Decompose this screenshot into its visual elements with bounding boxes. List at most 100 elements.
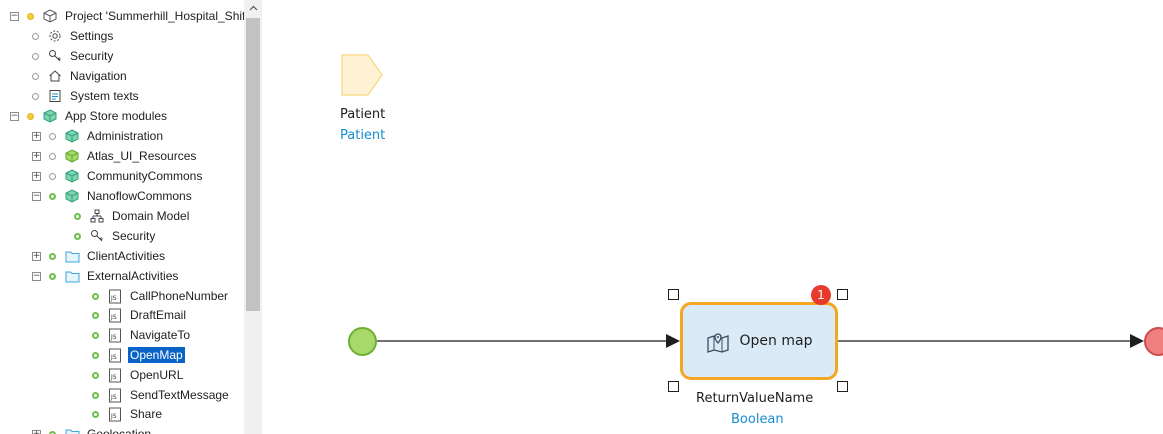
return-value-type: Boolean <box>731 412 784 427</box>
status-dot-icon <box>49 272 56 280</box>
scrollbar-thumb[interactable] <box>246 18 260 311</box>
document-icon <box>47 88 63 104</box>
collapse-icon[interactable]: − <box>32 191 41 201</box>
tree-item-label: ExternalActivities <box>87 269 179 283</box>
status-dot-icon <box>49 132 56 140</box>
tree-item-label-selected: OpenMap <box>128 347 185 363</box>
tree-item-nanoflow-commons[interactable]: − NanoflowCommons <box>32 186 194 206</box>
scroll-up-icon[interactable] <box>244 0 262 16</box>
folder-icon <box>64 268 80 284</box>
collapse-icon[interactable]: − <box>10 111 19 121</box>
tree-item-label: DraftEmail <box>130 308 187 322</box>
module-icon <box>64 168 80 184</box>
tree-item-label: Geolocation <box>87 427 152 434</box>
status-dot-icon <box>32 92 39 100</box>
tree-item-draft-email[interactable]: JS DraftEmail <box>92 305 188 325</box>
tree-item-navigation[interactable]: Navigation <box>32 66 129 86</box>
svg-text:JS: JS <box>110 354 117 361</box>
collapse-icon[interactable]: − <box>10 11 19 21</box>
activity-label: Open map <box>739 333 813 349</box>
status-dot-icon <box>92 391 99 399</box>
tree-item-open-url[interactable]: JS OpenURL <box>92 365 185 385</box>
tree-item-label: SendTextMessage <box>130 388 229 402</box>
svg-text:JS: JS <box>110 295 117 302</box>
tree-item-label: ClientActivities <box>87 249 166 263</box>
status-dot-icon <box>49 192 56 200</box>
tree-item-send-text-message[interactable]: JS SendTextMessage <box>92 385 231 405</box>
tree-item-label: Project 'Summerhill_Hospital_Shift <box>65 9 249 23</box>
javascript-file-icon: JS <box>107 327 123 343</box>
javascript-file-icon: JS <box>107 347 123 363</box>
arrowhead-icon <box>666 334 680 348</box>
tree-item-label: App Store modules <box>65 109 168 123</box>
tree-item-label: CommunityCommons <box>87 169 203 183</box>
expand-icon[interactable]: + <box>32 171 41 181</box>
status-dot-icon <box>27 112 34 120</box>
tree-item-atlas-ui-resources[interactable]: + Atlas_UI_Resources <box>32 146 198 166</box>
tree-item-label: NanoflowCommons <box>87 189 192 203</box>
tree-item-label: Administration <box>87 129 164 143</box>
selection-handle[interactable] <box>837 381 848 392</box>
return-value-name: ReturnValueName <box>696 391 814 406</box>
tree-item-navigate-to[interactable]: JS NavigateTo <box>92 325 192 345</box>
tree-item-administration[interactable]: + Administration <box>32 126 165 146</box>
tree-item-system-texts[interactable]: System texts <box>32 86 141 106</box>
status-dot-icon <box>92 311 99 319</box>
tree-item-label: Atlas_UI_Resources <box>87 149 197 163</box>
tree-item-label: Security <box>70 49 114 63</box>
status-dot-icon <box>92 351 99 359</box>
tree-item-label: Settings <box>70 29 114 43</box>
javascript-file-icon: JS <box>107 387 123 403</box>
tree-item-external-activities[interactable]: − ExternalActivities <box>32 266 180 286</box>
status-dot-icon <box>74 232 81 240</box>
tree-item-label: Share <box>130 407 163 421</box>
parameter-name: Patient <box>340 107 386 122</box>
tree-item-share[interactable]: JS Share <box>92 404 164 424</box>
tree-item-label: CallPhoneNumber <box>130 289 229 303</box>
selection-handle[interactable] <box>668 289 679 300</box>
tree-item-project[interactable]: − Project 'Summerhill_Hospital_Shift <box>10 6 251 26</box>
svg-text:JS: JS <box>110 374 117 381</box>
error-count-badge[interactable]: 1 <box>811 285 831 305</box>
module-icon <box>64 128 80 144</box>
selection-handle[interactable] <box>837 289 848 300</box>
collapse-icon[interactable]: − <box>32 271 41 281</box>
expand-icon[interactable]: + <box>32 151 41 161</box>
project-explorer: − Project 'Summerhill_Hospital_Shift Set… <box>0 0 262 434</box>
status-dot-icon <box>32 72 39 80</box>
selection-handle[interactable] <box>668 381 679 392</box>
tree-item-label: Navigation <box>70 69 127 83</box>
tree-item-call-phone-number[interactable]: JS CallPhoneNumber <box>92 286 230 306</box>
open-map-activity[interactable]: Open map <box>680 302 838 380</box>
javascript-file-icon: JS <box>107 307 123 323</box>
status-dot-icon <box>92 410 99 418</box>
nanoflow-canvas[interactable]: Patient Patient Open map 1 ReturnValueNa… <box>262 0 1163 434</box>
tree-item-module-security[interactable]: Security <box>74 226 157 246</box>
module-icon <box>42 108 58 124</box>
expand-icon[interactable]: + <box>32 429 41 434</box>
expand-icon[interactable]: + <box>32 251 41 261</box>
map-pin-icon <box>706 329 730 353</box>
javascript-file-icon: JS <box>107 367 123 383</box>
tree-item-settings[interactable]: Settings <box>32 26 115 46</box>
tree-item-app-store-modules[interactable]: − App Store modules <box>10 106 169 126</box>
parameter-icon[interactable] <box>341 54 383 101</box>
svg-text:JS: JS <box>110 413 117 420</box>
tree-item-community-commons[interactable]: + CommunityCommons <box>32 166 204 186</box>
status-dot-icon <box>92 331 99 339</box>
expand-icon[interactable]: + <box>32 131 41 141</box>
folder-icon <box>64 426 80 434</box>
start-event[interactable] <box>348 327 377 356</box>
tree-item-domain-model[interactable]: Domain Model <box>74 206 191 226</box>
tree-item-open-map[interactable]: JS OpenMap <box>92 345 185 365</box>
status-dot-icon <box>74 212 81 220</box>
tree-item-security[interactable]: Security <box>32 46 115 66</box>
tree-item-client-activities[interactable]: + ClientActivities <box>32 246 167 266</box>
status-dot-icon <box>32 32 39 40</box>
parameter-type: Patient <box>340 128 386 143</box>
tree-item-label: NavigateTo <box>130 328 191 342</box>
javascript-file-icon: JS <box>107 288 123 304</box>
tree-item-geolocation[interactable]: + Geolocation <box>32 424 153 434</box>
status-dot-icon <box>92 292 99 300</box>
javascript-file-icon: JS <box>107 406 123 422</box>
